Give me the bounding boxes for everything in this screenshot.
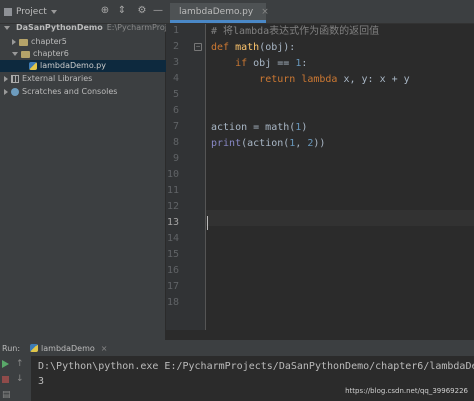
function-name: math — [235, 42, 260, 53]
line-number: 18 — [166, 297, 179, 308]
tree-item-chapter5[interactable]: chapter5 — [0, 36, 178, 48]
libraries-icon — [11, 75, 19, 83]
tree-item-label: chapter5 — [31, 37, 67, 46]
folder-icon — [19, 38, 28, 46]
scratches-icon — [11, 88, 19, 96]
line-number: 14 — [166, 233, 179, 244]
tree-item-external-libraries[interactable]: External Libraries — [0, 73, 170, 85]
builtin-print: print — [211, 138, 242, 149]
line-number: 3 — [172, 57, 179, 68]
line-number: 6 — [172, 105, 179, 116]
code-text: (obj): — [259, 42, 296, 53]
editor-tab-bar: lambdaDemo.py × — [166, 0, 474, 24]
console-output-line: 3 — [38, 376, 45, 387]
code-text: action = math( — [211, 122, 296, 133]
keyword-return: return — [259, 74, 296, 85]
scroll-down-icon[interactable]: ↓ — [16, 374, 24, 384]
run-toolbar: ↑ ↓ ▤ — [0, 356, 32, 401]
code-line-7[interactable]: print(action(1, 2)) — [211, 136, 325, 152]
expand-arrow-icon[interactable] — [4, 76, 8, 82]
line-number: 8 — [172, 137, 179, 148]
stop-icon[interactable] — [2, 376, 9, 383]
code-text: ) — [301, 122, 308, 133]
close-icon[interactable]: × — [261, 7, 269, 17]
project-root-label: DaSanPythonDemo — [16, 23, 103, 32]
code-line-1[interactable]: # 将lambda表达式作为函数的返回值 — [211, 24, 379, 40]
project-view-dropdown-icon[interactable] — [50, 9, 57, 14]
project-icon — [4, 7, 12, 16]
collapse-all-icon[interactable]: ⇕ — [117, 6, 127, 16]
project-panel-header: Project ⊕ ⇕ ⚙ — — [0, 0, 166, 24]
line-number: 12 — [166, 201, 179, 212]
sync-target-icon[interactable]: ⊕ — [100, 6, 110, 16]
scroll-up-icon[interactable]: ↑ — [16, 359, 24, 369]
line-number: 7 — [172, 121, 179, 132]
comment: # 将lambda表达式作为函数的返回值 — [211, 26, 380, 37]
tree-item-label: chapter6 — [33, 49, 69, 58]
project-panel-title[interactable]: Project — [16, 7, 47, 17]
tree-item-scratches[interactable]: Scratches and Consoles — [0, 86, 170, 98]
line-number-gutter: 1 2 3 4 5 7 6 8 9 10 11 12 13 14 15 16 1… — [166, 24, 206, 330]
text-cursor — [207, 216, 208, 230]
line-number: 11 — [166, 185, 179, 196]
line-number: 16 — [166, 265, 179, 276]
tree-item-chapter6[interactable]: chapter6 — [0, 48, 178, 60]
tab-label: lambdaDemo.py — [179, 6, 254, 17]
tree-item-label: Scratches and Consoles — [22, 87, 118, 96]
tree-item-label: lambdaDemo.py — [40, 61, 106, 70]
python-file-icon — [30, 344, 39, 352]
hide-panel-icon[interactable]: — — [153, 6, 163, 16]
tree-item-label: External Libraries — [22, 74, 93, 83]
keyword-lambda: lambda — [301, 74, 338, 85]
code-line-6[interactable]: action = math(1) — [211, 120, 307, 136]
line-number: 9 — [172, 153, 179, 164]
run-panel-header: Run: lambdaDemo × — [0, 340, 474, 356]
code-line-4[interactable]: return lambda x, y: x + y — [211, 72, 410, 88]
tab-lambdademo[interactable]: lambdaDemo.py × — [170, 3, 269, 23]
line-number: 10 — [166, 169, 179, 180]
code-text: : — [301, 58, 308, 69]
line-number-current: 13 — [166, 217, 179, 228]
line-number: 15 — [166, 249, 179, 260]
line-number: 2 — [172, 41, 179, 52]
code-line-2[interactable]: def math(obj): — [211, 40, 295, 56]
run-config-tab[interactable]: lambdaDemo — [41, 344, 95, 353]
rerun-icon[interactable] — [2, 360, 9, 368]
code-text: )) — [313, 138, 326, 149]
folder-icon — [21, 50, 30, 58]
line-number: 5 — [172, 89, 179, 100]
line-number: 17 — [166, 281, 179, 292]
close-icon[interactable]: × — [101, 344, 108, 353]
code-text: x, y: x + y — [337, 74, 410, 85]
code-text: obj == — [247, 58, 296, 69]
tree-item-project-root[interactable]: DaSanPythonDemo E:\PycharmProjects\ — [0, 22, 170, 34]
code-area[interactable]: # 将lambda表达式作为函数的返回值 def math(obj): if o… — [206, 24, 474, 330]
line-number: 4 — [172, 73, 179, 84]
console-output-line: D:\Python\python.exe E:/PycharmProjects/… — [38, 361, 474, 372]
keyword-def: def — [211, 42, 230, 53]
code-line-3[interactable]: if obj == 1: — [211, 56, 307, 72]
line-number: 1 — [172, 25, 179, 36]
run-label: Run: — [2, 343, 21, 353]
expand-arrow-icon[interactable] — [12, 39, 16, 45]
gear-icon[interactable]: ⚙ — [137, 6, 147, 16]
code-text: , — [295, 138, 308, 149]
expand-arrow-icon[interactable] — [4, 26, 10, 30]
watermark: https://blog.csdn.net/qq_39969226 — [345, 387, 468, 395]
expand-arrow-icon[interactable] — [4, 89, 8, 95]
expand-arrow-icon[interactable] — [12, 52, 18, 56]
python-file-icon — [29, 62, 37, 70]
layout-icon[interactable]: ▤ — [2, 390, 11, 400]
keyword-if: if — [235, 58, 248, 69]
fold-icon[interactable]: − — [194, 43, 202, 51]
code-text: (action( — [241, 138, 290, 149]
